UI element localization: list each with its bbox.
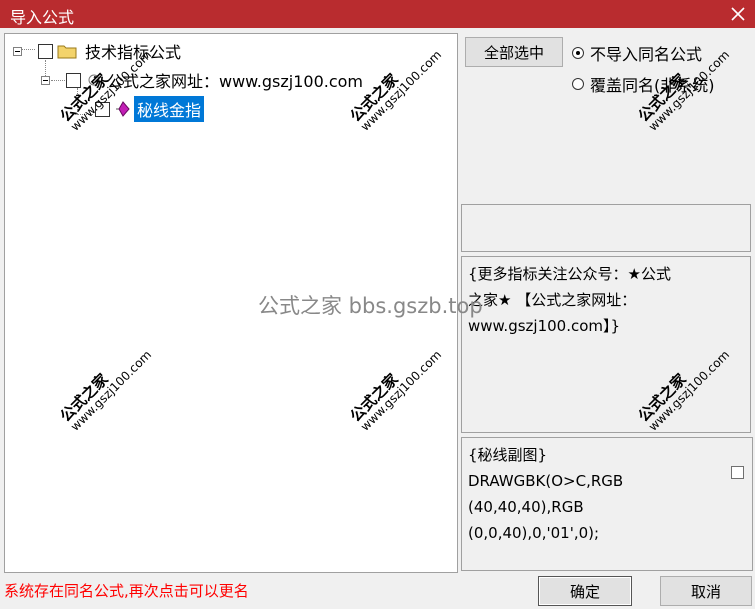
radio-overwrite[interactable] (572, 78, 584, 90)
select-all-button[interactable]: 全部选中 (465, 37, 563, 67)
option-skip-same[interactable]: 不导入同名公式 (572, 41, 702, 65)
code-checkbox[interactable] (731, 466, 744, 479)
code-line: (40,40,40),RGB (468, 498, 584, 516)
empty-info-box (461, 204, 751, 252)
folder-icon (57, 45, 77, 59)
title-bar: 导入公式 (0, 0, 755, 28)
tree-checkbox-item[interactable] (95, 101, 110, 117)
tree-node-root[interactable]: 技术指标公式 (13, 39, 181, 63)
tree-label-group: 公式之家网址：www.gszj100.com (107, 72, 364, 91)
description-box: {更多指标关注公众号：★公式 之家★ 【公式之家网址： www.gszj100.… (461, 256, 751, 433)
description-line: {更多指标关注公众号：★公式 (468, 265, 671, 283)
close-icon (731, 7, 745, 21)
window-title: 导入公式 (10, 8, 75, 27)
description-line: www.gszj100.com】} (468, 317, 621, 335)
status-message: 系统存在同名公式,再次点击可以更名 (4, 582, 249, 600)
tree-label-item[interactable]: 秘线金指 (134, 96, 205, 122)
tree-checkbox-root[interactable] (38, 43, 53, 59)
formula-group-icon (88, 74, 100, 86)
code-line: DRAWGBK(O>C,RGB (468, 472, 624, 490)
description-line: 之家★ 【公式之家网址： (468, 291, 637, 309)
radio-skip-same[interactable] (572, 47, 584, 59)
tree-checkbox-group[interactable] (66, 72, 81, 88)
code-line: (0,0,40),0,'01',0); (468, 524, 600, 542)
ok-button[interactable]: 确定 (538, 576, 632, 606)
collapse-icon[interactable] (41, 75, 50, 85)
tree-label-root: 技术指标公式 (85, 43, 182, 62)
cancel-button[interactable]: 取消 (660, 576, 752, 606)
formula-tree[interactable]: 技术指标公式 公式之家网址：www.gszj100.com 秘线金指 (4, 33, 458, 573)
code-line: {秘线副图} (468, 446, 548, 464)
option-overwrite-label: 覆盖同名(非系统) (590, 76, 715, 95)
close-button[interactable] (721, 0, 755, 28)
option-overwrite[interactable]: 覆盖同名(非系统) (572, 72, 715, 96)
tree-node-item[interactable]: 秘线金指 (95, 96, 205, 122)
formula-code-box[interactable]: {秘线副图} DRAWGBK(O>C,RGB (40,40,40),RGB (0… (461, 437, 753, 571)
tree-node-group[interactable]: 公式之家网址：www.gszj100.com (41, 68, 363, 92)
indicator-icon (116, 101, 130, 117)
collapse-icon[interactable] (13, 46, 22, 56)
option-skip-same-label: 不导入同名公式 (590, 45, 703, 64)
